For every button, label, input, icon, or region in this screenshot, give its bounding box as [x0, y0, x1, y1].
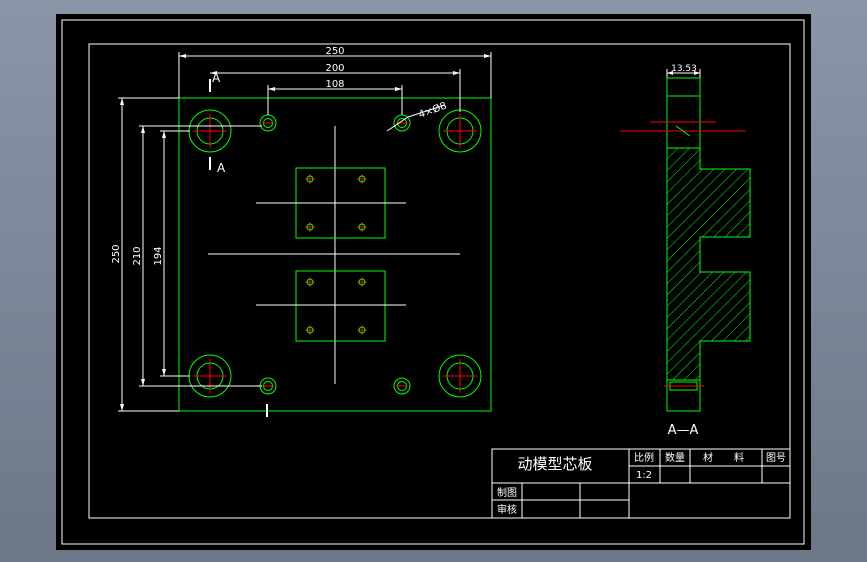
scale-label: 比例 [634, 451, 654, 464]
drawn-by-label: 制图 [497, 486, 517, 499]
dim-vertical-194: 194 [153, 246, 164, 265]
material-label-1: 材 [703, 451, 713, 464]
qty-label: 数量 [665, 451, 685, 464]
part-name: 动模型芯板 [517, 455, 592, 473]
checked-by-label: 审核 [497, 503, 517, 516]
corner-hole-bl [188, 354, 232, 398]
dim-overall-width: 250 [325, 46, 344, 57]
dim-pin-spacing: 108 [325, 79, 344, 90]
dim-side-thickness: 13.53 [671, 64, 697, 74]
cad-drawing: A A 250 200 108 250 210 194 4×Ø8 13.53 A… [56, 14, 811, 550]
section-label-bottom: A [217, 161, 226, 175]
scale-value: 1:2 [636, 470, 652, 481]
corner-hole-br [438, 354, 482, 398]
drawing-no-label: 图号 [766, 452, 786, 464]
dim-vertical-210: 210 [132, 246, 143, 265]
corner-hole-tl [188, 109, 232, 153]
corner-hole-tr [438, 109, 482, 153]
material-label-2: 料 [734, 451, 744, 464]
dim-bolt-spacing: 200 [325, 63, 344, 74]
section-view-label: A—A [668, 423, 699, 438]
dim-overall-height: 250 [111, 244, 122, 263]
